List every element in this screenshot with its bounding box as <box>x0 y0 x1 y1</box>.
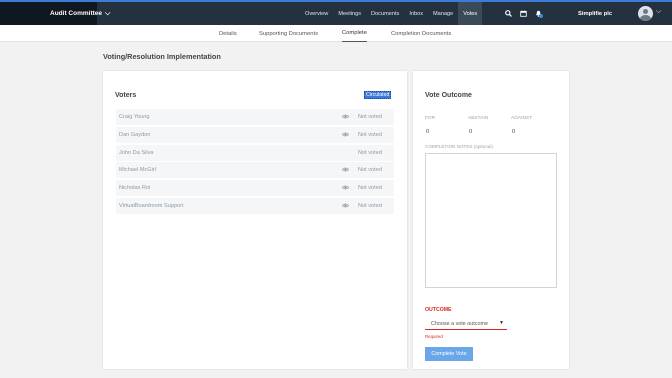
eye-icon[interactable] <box>342 166 349 173</box>
tab-completion-documents[interactable]: Completion Documents <box>391 25 451 42</box>
nav-documents[interactable]: Documents <box>366 2 404 25</box>
header-icons <box>501 2 546 25</box>
notifications-bell-icon[interactable] <box>531 2 546 25</box>
voter-name: John Da Silva <box>119 150 154 156</box>
for-count: 0 <box>426 129 430 135</box>
complete-vote-button[interactable]: Complete Vote <box>425 347 473 361</box>
abstain-label: ABSTAIN <box>468 116 489 121</box>
vote-status: Not voted <box>358 132 382 138</box>
outcome-label: OUTCOME <box>425 307 452 313</box>
tab-complete[interactable]: Complete <box>342 25 367 42</box>
voter-name: Craig Young <box>119 114 150 120</box>
voters-heading: Voters <box>115 92 137 99</box>
vote-status: Not voted <box>358 203 382 209</box>
page-title: Voting/Resolution Implementation <box>103 52 221 61</box>
vote-tabs: Details Supporting Documents Complete Co… <box>0 25 672 42</box>
voter-row: VirtualBoardroom Support Not voted <box>116 198 394 214</box>
vote-status: Not voted <box>358 167 382 173</box>
eye-icon[interactable] <box>342 202 349 209</box>
voters-card: Voters Circulated Craig Young Not voted … <box>103 71 407 369</box>
voter-name: Dan Gaydon <box>119 132 151 138</box>
notification-badge <box>538 14 543 18</box>
calendar-icon[interactable] <box>516 2 531 25</box>
voter-name: Michael McGirl <box>119 167 156 173</box>
caret-down-icon: ▼ <box>499 320 504 326</box>
chevron-down-icon[interactable]: ⌵ <box>656 8 661 16</box>
eye-icon[interactable] <box>342 131 349 138</box>
outcome-select[interactable]: Choose a vote outcome ▼ <box>425 319 507 330</box>
vote-status: Not voted <box>358 150 382 156</box>
vote-outcome-heading: Vote Outcome <box>425 92 472 99</box>
eye-icon[interactable] <box>342 184 349 191</box>
circulated-status[interactable]: Circulated <box>364 91 392 99</box>
voter-row: Nicholas Roi Not voted <box>116 180 394 196</box>
completion-notes-label: COMPLETION NOTES (optional) <box>425 144 493 149</box>
voter-row: Dan Gaydon Not voted <box>116 127 394 143</box>
eye-icon[interactable] <box>342 113 349 120</box>
voter-row: Craig Young Not voted <box>116 109 394 125</box>
vote-status: Not voted <box>358 185 382 191</box>
nav-votes[interactable]: Votes <box>458 2 483 25</box>
voter-row: Michael McGirl Not voted <box>116 162 394 178</box>
completion-notes-field[interactable] <box>425 153 557 288</box>
top-navigation-bar: Audit Committee ⌵ Overview Meetings Docu… <box>0 0 672 25</box>
nav-manage[interactable]: Manage <box>428 2 458 25</box>
chevron-down-icon: ⌵ <box>105 9 111 17</box>
nav-meetings[interactable]: Meetings <box>333 2 366 25</box>
vote-status: Not voted <box>358 114 382 120</box>
against-count: 0 <box>512 129 516 135</box>
organization-name[interactable]: Simplifie plc <box>578 2 612 25</box>
tab-details[interactable]: Details <box>219 25 237 42</box>
vote-outcome-card: Vote Outcome FOR ABSTAIN AGAINST 0 0 0 C… <box>413 71 569 369</box>
committee-name: Audit Committee <box>50 10 102 17</box>
nav-inbox[interactable]: Inbox <box>404 2 428 25</box>
outcome-select-value: Choose a vote outcome <box>431 321 488 327</box>
tab-supporting-documents[interactable]: Supporting Documents <box>259 25 318 42</box>
voter-name: VirtualBoardroom Support <box>119 203 184 209</box>
voter-row: John Da Silva Not voted <box>116 145 394 161</box>
for-label: FOR <box>425 116 436 121</box>
committee-selector[interactable]: Audit Committee ⌵ <box>0 2 110 25</box>
search-icon[interactable] <box>501 2 516 25</box>
required-message: Required <box>425 334 443 339</box>
against-label: AGAINST <box>511 116 533 121</box>
abstain-count: 0 <box>469 129 473 135</box>
main-nav: Overview Meetings Documents Inbox Manage… <box>300 2 483 25</box>
voter-name: Nicholas Roi <box>119 185 151 191</box>
nav-overview[interactable]: Overview <box>300 2 333 25</box>
avatar[interactable] <box>638 6 653 21</box>
